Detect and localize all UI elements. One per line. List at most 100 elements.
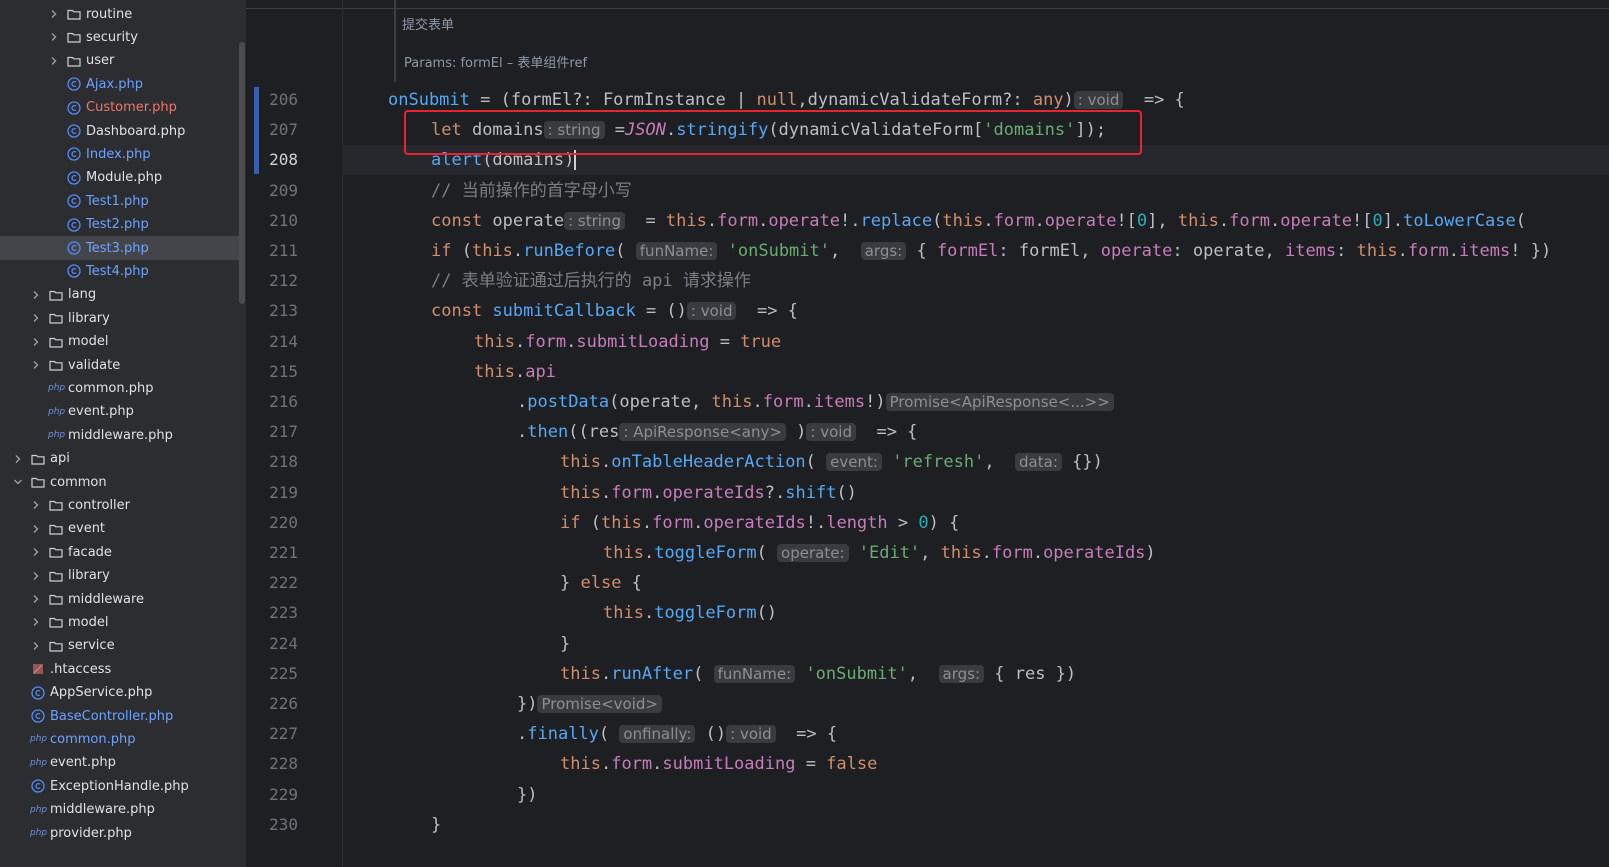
tree-item-event[interactable]: event xyxy=(0,517,240,541)
tree-item-label: library xyxy=(68,310,110,326)
tree-item-test3-php[interactable]: Test3.php xyxy=(0,236,240,260)
tree-item-api[interactable]: api xyxy=(0,447,240,471)
code-line[interactable]: // 表单验证通过后执行的 api 请求操作 xyxy=(431,266,751,296)
folder-icon xyxy=(48,334,64,350)
code-line[interactable]: .then((res: ApiResponse<any> ): void => … xyxy=(517,417,917,447)
tree-item-exceptionhandle-php[interactable]: ExceptionHandle.php xyxy=(0,774,240,798)
chevron-right-icon[interactable] xyxy=(48,8,60,20)
code-token: ( xyxy=(461,241,472,261)
tree-item-provider-php[interactable]: php provider.php xyxy=(0,821,240,845)
code-token: : xyxy=(1336,241,1357,261)
code-line[interactable]: this.form.submitLoading = true xyxy=(474,327,781,357)
tree-item-ajax-php[interactable]: Ajax.php xyxy=(0,72,240,96)
code-line[interactable]: this.toggleForm( operate: 'Edit', this.f… xyxy=(603,538,1156,568)
sidebar-scrollbar[interactable] xyxy=(239,42,245,304)
tree-item-common[interactable]: common xyxy=(0,470,240,494)
code-token: operate xyxy=(492,210,565,231)
chevron-right-icon[interactable] xyxy=(30,523,42,535)
tree-item-module-php[interactable]: Module.php xyxy=(0,166,240,190)
code-token: ) xyxy=(1145,543,1156,563)
tree-item-user[interactable]: user xyxy=(0,49,240,73)
chevron-right-icon[interactable] xyxy=(30,336,42,348)
tree-item-event-php[interactable]: php event.php xyxy=(0,751,240,775)
tree-item-customer-php[interactable]: Customer.php xyxy=(0,96,240,120)
tree-item-lang[interactable]: lang xyxy=(0,283,240,307)
code-line[interactable]: }) xyxy=(517,780,537,810)
tree-item-event-php[interactable]: php event.php xyxy=(0,400,240,424)
tree-item--htaccess[interactable]: .htaccess xyxy=(0,657,240,681)
code-line[interactable]: this.api xyxy=(474,357,556,387)
code-token: } xyxy=(560,573,581,594)
code-line[interactable]: } xyxy=(431,810,441,840)
folder-icon xyxy=(66,53,82,69)
tree-item-test2-php[interactable]: Test2.php xyxy=(0,213,240,237)
code-line[interactable]: // 当前操作的首字母小写 xyxy=(431,176,632,206)
folder-icon xyxy=(48,310,64,326)
code-token: onTableHeaderAction xyxy=(611,452,806,473)
code-token: this xyxy=(1177,210,1219,231)
code-line[interactable]: } xyxy=(560,629,570,659)
code-line[interactable]: this.runAfter( funName: 'onSubmit', args… xyxy=(560,659,1076,689)
tree-item-common-php[interactable]: php common.php xyxy=(0,727,240,751)
code-token: runBefore xyxy=(523,241,616,261)
chevron-right-icon[interactable] xyxy=(30,546,42,558)
tree-item-service[interactable]: service xyxy=(0,634,240,658)
code-token: . xyxy=(1270,210,1281,231)
tree-item-basecontroller-php[interactable]: BaseController.php xyxy=(0,704,240,728)
chevron-right-icon[interactable] xyxy=(30,499,42,511)
code-line[interactable]: this.onTableHeaderAction( event: 'refres… xyxy=(560,447,1103,477)
chevron-down-icon[interactable] xyxy=(12,476,24,488)
code-token: ], xyxy=(1147,210,1178,231)
tree-item-dashboard-php[interactable]: Dashboard.php xyxy=(0,119,240,143)
chevron-right-icon[interactable] xyxy=(30,640,42,652)
code-editor[interactable]: 提交表单 Params: formEl – 表单组件ref 206 onSubmi… xyxy=(246,0,1609,867)
chevron-right-icon[interactable] xyxy=(12,453,24,465)
code-token: = xyxy=(624,210,666,231)
tree-item-routine[interactable]: routine xyxy=(0,2,240,26)
chevron-right-icon[interactable] xyxy=(48,31,60,43)
code-token: this xyxy=(942,210,984,231)
tree-item-security[interactable]: security xyxy=(0,25,240,49)
chevron-right-icon[interactable] xyxy=(30,312,42,324)
tree-item-controller[interactable]: controller xyxy=(0,493,240,517)
code-line[interactable]: if (this.form.operateIds!.length > 0) { xyxy=(560,508,959,538)
line-number: 207 xyxy=(269,120,298,140)
line-number: 213 xyxy=(269,301,298,321)
tree-item-library[interactable]: library xyxy=(0,306,240,330)
code-line[interactable]: this.toggleForm() xyxy=(603,598,777,628)
code-line[interactable]: .postData(operate, this.form.items!) Prom… xyxy=(517,387,1114,417)
tree-item-common-php[interactable]: php common.php xyxy=(0,376,240,400)
chevron-right-icon[interactable] xyxy=(30,289,42,301)
doc-params: Params: formEl – 表单组件ref xyxy=(404,56,588,71)
chevron-right-icon[interactable] xyxy=(30,359,42,371)
tree-item-label: security xyxy=(86,29,138,45)
tree-item-middleware-php[interactable]: php middleware.php xyxy=(0,423,240,447)
code-line[interactable]: .finally( onfinally: (): void => { xyxy=(517,719,837,749)
code-line[interactable]: const submitCallback = (): void => { xyxy=(431,296,798,326)
code-line[interactable]: this.form.submitLoading = false xyxy=(560,749,877,779)
tree-item-appservice-php[interactable]: AppService.php xyxy=(0,681,240,705)
tree-item-test4-php[interactable]: Test4.php xyxy=(0,259,240,283)
chevron-right-icon[interactable] xyxy=(30,616,42,628)
tree-item-index-php[interactable]: Index.php xyxy=(0,142,240,166)
code-line[interactable]: }) Promise<void> xyxy=(517,689,662,719)
code-line[interactable]: } else { xyxy=(560,568,642,598)
code-token: this xyxy=(560,663,601,684)
code-line[interactable]: if (this.runBefore( funName: 'onSubmit',… xyxy=(431,236,1551,266)
tree-item-model[interactable]: model xyxy=(0,330,240,354)
tree-item-middleware-php[interactable]: php middleware.php xyxy=(0,798,240,822)
tree-item-test1-php[interactable]: Test1.php xyxy=(0,189,240,213)
code-token: postData xyxy=(527,392,610,412)
chevron-right-icon[interactable] xyxy=(48,55,60,67)
chevron-right-icon[interactable] xyxy=(30,593,42,605)
code-token: finally xyxy=(527,724,599,745)
tree-item-facade[interactable]: facade xyxy=(0,540,240,564)
tree-item-library[interactable]: library xyxy=(0,564,240,588)
code-line[interactable]: this.form.operateIds?.shift() xyxy=(560,478,857,508)
tree-item-validate[interactable]: validate xyxy=(0,353,240,377)
tree-item-model[interactable]: model xyxy=(0,610,240,634)
code-line[interactable]: const operate: string = this.form.operat… xyxy=(431,206,1526,236)
chevron-right-icon[interactable] xyxy=(30,570,42,582)
code-token: form xyxy=(611,482,653,503)
tree-item-middleware[interactable]: middleware xyxy=(0,587,240,611)
